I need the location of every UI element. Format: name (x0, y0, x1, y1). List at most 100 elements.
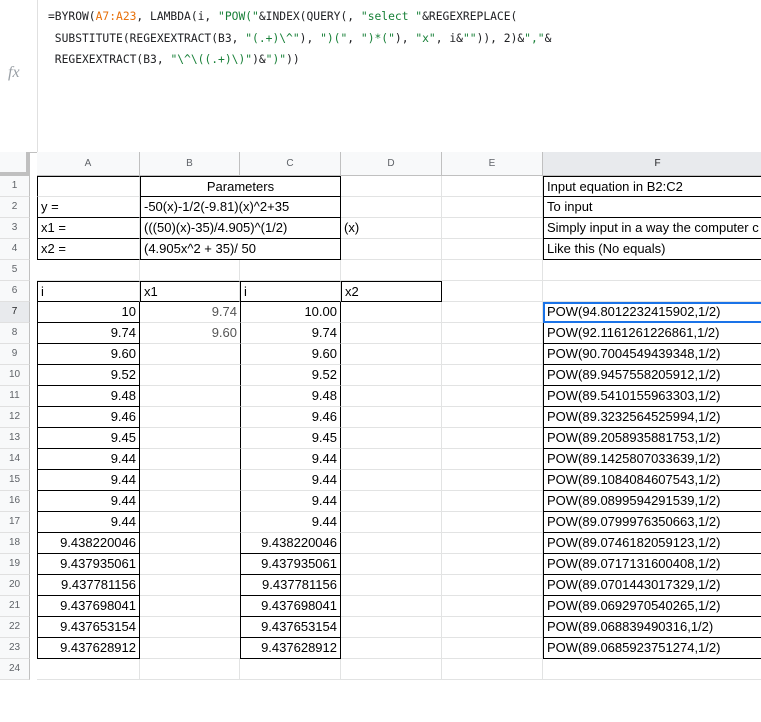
formula-output[interactable]: POW(89.068839490316,1/2) (543, 617, 761, 638)
table-row-a[interactable]: 9.60 (37, 344, 140, 365)
row-header[interactable]: 17 (0, 512, 30, 533)
grid-cell[interactable] (442, 554, 543, 575)
row-header[interactable]: 23 (0, 638, 30, 659)
param-equation[interactable]: (4.905x^2 + 35)/ 50 (140, 239, 341, 260)
formula-output[interactable]: POW(92.1161261226861,1/2) (543, 323, 761, 344)
column-header-e[interactable]: E (442, 152, 543, 176)
table-row-a[interactable]: 9.438220046 (37, 533, 140, 554)
table-row-b[interactable] (140, 554, 240, 575)
table-row-c[interactable]: 9.437935061 (240, 554, 341, 575)
table-row-c[interactable]: 9.437781156 (240, 575, 341, 596)
grid-cell[interactable] (341, 386, 442, 407)
table-row-a[interactable]: 9.44 (37, 512, 140, 533)
grid-cell[interactable] (442, 659, 543, 680)
grid-cell[interactable] (442, 512, 543, 533)
grid-cell[interactable] (442, 218, 543, 239)
grid-cell[interactable] (442, 617, 543, 638)
row-header[interactable]: 20 (0, 575, 30, 596)
grid-cell[interactable] (341, 197, 442, 218)
grid-cell[interactable] (442, 176, 543, 197)
grid-cell[interactable] (341, 302, 442, 323)
column-header-f[interactable]: F (543, 152, 761, 176)
grid-cell[interactable] (442, 365, 543, 386)
column-header-d[interactable]: D (341, 152, 442, 176)
grid-cell[interactable] (240, 260, 341, 281)
table-row-c[interactable]: 9.437698041 (240, 596, 341, 617)
row-header[interactable]: 8 (0, 323, 30, 344)
table-row-b[interactable] (140, 638, 240, 659)
grid-cell[interactable] (240, 659, 341, 680)
table-row-c[interactable]: 9.60 (240, 344, 341, 365)
table-row-b[interactable] (140, 470, 240, 491)
selected-cell-f7[interactable] (543, 302, 761, 323)
grid-cell[interactable] (341, 470, 442, 491)
table-row-b[interactable]: 9.60 (140, 323, 240, 344)
table-row-a[interactable]: 9.437628912 (37, 638, 140, 659)
table-row-a[interactable]: 9.52 (37, 365, 140, 386)
table-row-b[interactable] (140, 386, 240, 407)
formula-output[interactable]: POW(89.0701443017329,1/2) (543, 575, 761, 596)
grid-cell[interactable] (341, 638, 442, 659)
row-header[interactable]: 13 (0, 428, 30, 449)
formula-output[interactable]: POW(89.0746182059123,1/2) (543, 533, 761, 554)
row-header[interactable]: 6 (0, 281, 30, 302)
formula-output[interactable]: POW(89.0692970540265,1/2) (543, 596, 761, 617)
grid-cell[interactable] (341, 344, 442, 365)
row-header[interactable]: 5 (0, 260, 30, 281)
formula-output[interactable]: POW(89.0685923751274,1/2) (543, 638, 761, 659)
grid-cell[interactable] (341, 323, 442, 344)
formula-output[interactable]: POW(89.1084084607543,1/2) (543, 470, 761, 491)
table-row-b[interactable] (140, 596, 240, 617)
grid-cell[interactable] (442, 344, 543, 365)
table-row-b[interactable] (140, 365, 240, 386)
grid-cell[interactable] (543, 281, 761, 302)
table-row-c[interactable]: 9.437653154 (240, 617, 341, 638)
row-header[interactable]: 19 (0, 554, 30, 575)
formula-output[interactable]: POW(89.0899594291539,1/2) (543, 491, 761, 512)
row-header[interactable]: 18 (0, 533, 30, 554)
row-header[interactable]: 4 (0, 239, 30, 260)
row-header[interactable]: 12 (0, 407, 30, 428)
table-row-a[interactable]: 9.437698041 (37, 596, 140, 617)
table-row-a[interactable]: 9.437781156 (37, 575, 140, 596)
grid-cell[interactable] (543, 659, 761, 680)
table-row-c[interactable]: 9.46 (240, 407, 341, 428)
row-header[interactable]: 10 (0, 365, 30, 386)
formula-output[interactable]: POW(89.3232564525994,1/2) (543, 407, 761, 428)
grid-cell[interactable] (442, 470, 543, 491)
table-row-a[interactable]: 9.48 (37, 386, 140, 407)
row-header[interactable]: 21 (0, 596, 30, 617)
grid-cell[interactable] (442, 386, 543, 407)
formula-output[interactable]: POW(90.7004549439348,1/2) (543, 344, 761, 365)
table-row-c[interactable]: 9.48 (240, 386, 341, 407)
table-row-b[interactable] (140, 617, 240, 638)
row-header[interactable]: 24 (0, 659, 30, 680)
grid-cell[interactable] (37, 659, 140, 680)
table-row-a[interactable]: 9.45 (37, 428, 140, 449)
row-header[interactable]: 15 (0, 470, 30, 491)
grid-cell[interactable] (140, 260, 240, 281)
table-row-a[interactable]: 9.44 (37, 470, 140, 491)
grid-cell[interactable] (341, 260, 442, 281)
grid-cell[interactable] (442, 323, 543, 344)
grid-cell[interactable] (341, 512, 442, 533)
table-row-c[interactable]: 9.45 (240, 428, 341, 449)
grid-cell[interactable] (442, 575, 543, 596)
row-header[interactable]: 7 (0, 302, 30, 323)
param-equation[interactable]: (((50)(x)-35)/4.905)^(1/2) (140, 218, 341, 239)
formula-text[interactable]: =BYROW(A7:A23, LAMBDA(i, "POW("&INDEX(QU… (48, 6, 761, 71)
grid-cell[interactable] (442, 428, 543, 449)
row-header[interactable]: 16 (0, 491, 30, 512)
table-row-b[interactable] (140, 533, 240, 554)
param-equation[interactable]: -50(x)-1/2(-9.81)(x)^2+35 (140, 197, 341, 218)
grid-cell[interactable] (341, 596, 442, 617)
column-header-a[interactable]: A (37, 152, 140, 176)
grid-cell[interactable] (341, 491, 442, 512)
table-row-c[interactable]: 9.437628912 (240, 638, 341, 659)
table-row-a[interactable]: 9.44 (37, 491, 140, 512)
formula-output[interactable]: POW(89.0717131600408,1/2) (543, 554, 761, 575)
grid-cell[interactable] (341, 176, 442, 197)
grid-cell[interactable] (442, 449, 543, 470)
grid-cell[interactable] (341, 239, 442, 260)
row-header[interactable]: 11 (0, 386, 30, 407)
